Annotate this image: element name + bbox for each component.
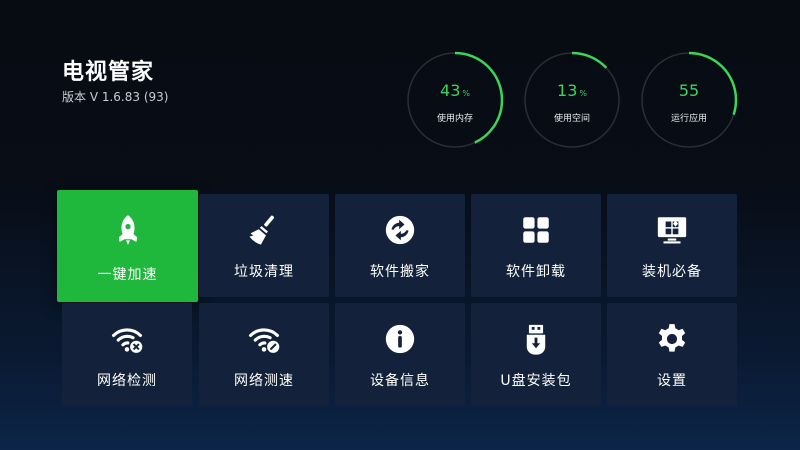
storage-usage-gauge: 13% 使用空间 — [522, 50, 622, 150]
wifi-speed-icon — [246, 321, 282, 357]
running-apps-value: 55 — [678, 81, 700, 100]
tile-settings[interactable]: 设置 — [607, 303, 737, 406]
tile-device-info[interactable]: 设备信息 — [335, 303, 465, 406]
info-icon — [382, 321, 418, 357]
wifi-check-icon — [109, 321, 145, 357]
tile-usb-installer[interactable]: U盘安装包 — [471, 303, 601, 406]
running-apps-label: 运行应用 — [670, 114, 707, 124]
tile-one-key-boost[interactable]: 一键加速 — [57, 190, 198, 302]
memory-usage-gauge: 43% 使用内存 — [405, 50, 505, 150]
app-title: 电视管家 — [62, 60, 155, 85]
memory-usage-label: 使用内存 — [436, 114, 473, 124]
tile-label: 垃圾清理 — [234, 264, 294, 280]
move-icon — [382, 212, 418, 248]
memory-usage-value: 43 — [440, 81, 461, 100]
tile-app-uninstall[interactable]: 软件卸载 — [471, 194, 601, 297]
tile-network-check[interactable]: 网络检测 — [62, 303, 192, 406]
tile-must-have-apps[interactable]: 装机必备 — [607, 194, 737, 297]
tile-label: 装机必备 — [642, 264, 702, 280]
tile-label: 软件搬家 — [370, 264, 430, 280]
gear-icon — [654, 321, 690, 357]
apps-grid-icon — [518, 212, 554, 248]
storage-usage-value: 13 — [557, 81, 578, 100]
memory-usage-unit: % — [462, 89, 470, 98]
monitor-install-icon — [654, 212, 690, 248]
app-version: 版本 V 1.6.83 (93) — [62, 90, 169, 104]
tool-grid: 一键加速 垃圾清理 软件搬家 软件卸载 装机必备 网络检测 网络测速 设备信息 … — [57, 190, 738, 406]
tile-app-move[interactable]: 软件搬家 — [335, 194, 465, 297]
tile-label: U盘安装包 — [500, 373, 572, 389]
usb-icon — [518, 321, 554, 357]
tile-junk-clean[interactable]: 垃圾清理 — [199, 194, 329, 297]
storage-usage-label: 使用空间 — [553, 114, 590, 124]
tile-label: 软件卸载 — [506, 264, 566, 280]
tile-label: 设置 — [657, 373, 687, 389]
tile-label: 一键加速 — [97, 267, 158, 283]
tile-label: 网络检测 — [97, 373, 157, 389]
rocket-icon — [110, 212, 146, 248]
tile-label: 设备信息 — [370, 373, 430, 389]
tile-network-speed[interactable]: 网络测速 — [199, 303, 329, 406]
running-apps-gauge: 55 运行应用 — [639, 50, 739, 150]
tile-label: 网络测速 — [234, 373, 294, 389]
broom-icon — [246, 212, 282, 248]
storage-usage-unit: % — [579, 89, 587, 98]
